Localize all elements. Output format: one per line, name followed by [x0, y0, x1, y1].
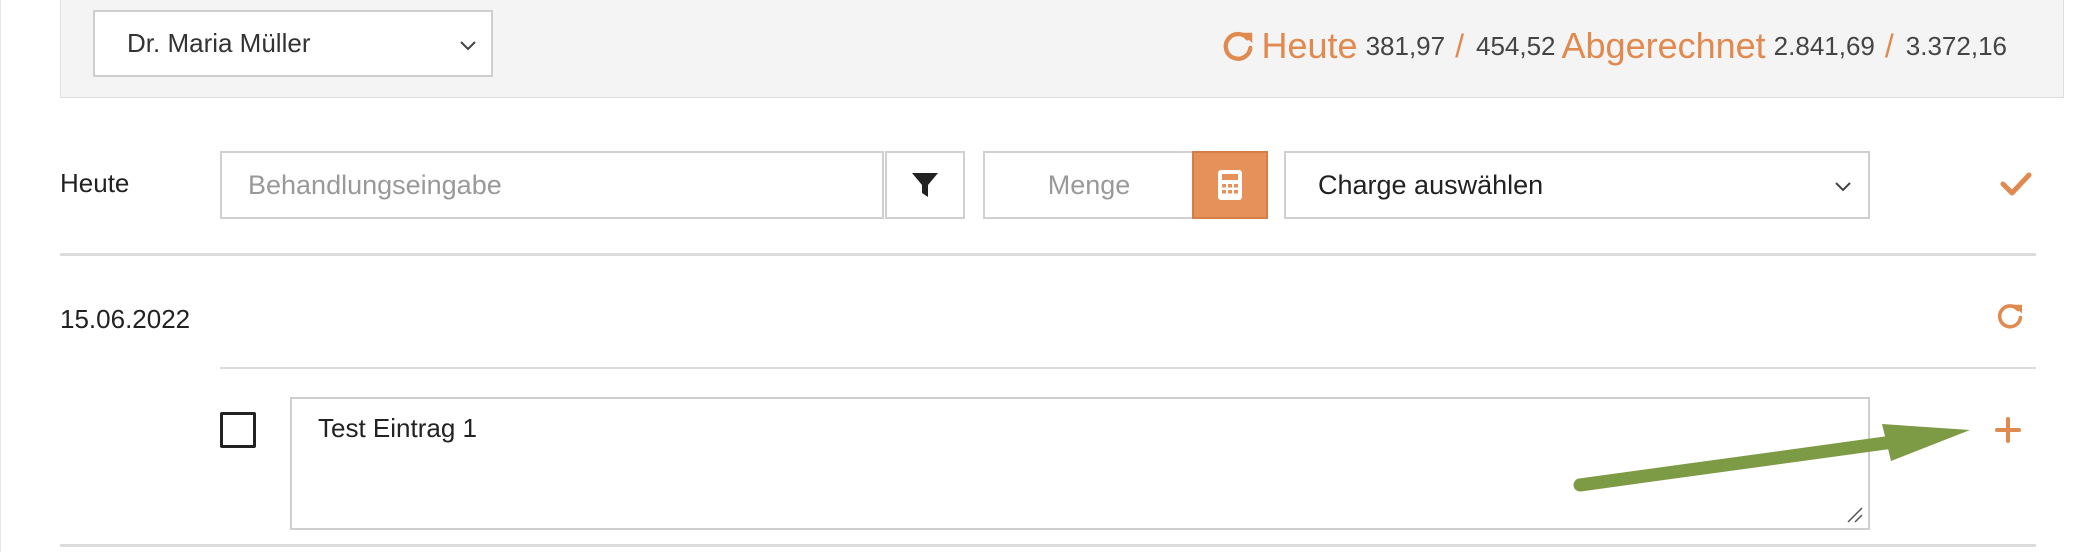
filter-icon — [912, 173, 938, 197]
entry-textarea[interactable]: Test Eintrag 1 — [290, 397, 1870, 530]
quantity-input-placeholder: Menge — [1047, 169, 1131, 200]
filter-button[interactable] — [885, 151, 965, 219]
resize-grip-icon[interactable] — [1846, 506, 1864, 524]
separator: / — [1884, 27, 1894, 64]
calculator-icon — [1218, 170, 1242, 200]
header-bar: Dr. Maria Müller Heute 381,97 / 454,52 A… — [60, 0, 2064, 98]
entry-checkbox[interactable] — [220, 412, 256, 448]
refresh-icon[interactable] — [1219, 27, 1257, 65]
bottom-divider — [60, 544, 2036, 547]
totals-summary: Heute 381,97 / 454,52 Abgerechnet 2.841,… — [1219, 18, 2007, 74]
doctor-select-value: Dr. Maria Müller — [127, 28, 311, 58]
billed-total: 3.372,16 — [1905, 30, 2007, 61]
refresh-button[interactable] — [1992, 298, 2028, 334]
today-label: Heute — [1261, 25, 1358, 66]
billed-value: 2.841,69 — [1773, 30, 1875, 61]
today-total: 454,52 — [1475, 30, 1556, 61]
chevron-down-icon — [460, 41, 476, 51]
today-value: 381,97 — [1365, 30, 1446, 61]
doctor-select[interactable]: Dr. Maria Müller — [93, 10, 493, 77]
plus-icon — [1995, 417, 2021, 443]
entry-divider — [220, 367, 2036, 369]
charge-select[interactable]: Charge auswählen — [1284, 151, 1870, 219]
treatment-input-placeholder: Behandlungseingabe — [248, 169, 502, 200]
add-entry-button[interactable] — [1988, 410, 2028, 450]
billed-label: Abgerechnet — [1561, 25, 1766, 66]
entry-text: Test Eintrag 1 — [318, 413, 477, 443]
separator: / — [1455, 27, 1464, 64]
treatment-input[interactable]: Behandlungseingabe — [220, 151, 884, 219]
entry-row-label: Heute — [60, 168, 130, 198]
section-divider — [60, 253, 2036, 256]
date-label: 15.06.2022 — [60, 304, 191, 334]
checkmark-icon — [2000, 172, 2032, 196]
quantity-input[interactable]: Menge — [983, 151, 1193, 219]
confirm-button[interactable] — [1996, 164, 2036, 204]
refresh-icon — [1997, 304, 2023, 329]
charge-select-value: Charge auswählen — [1318, 169, 1544, 200]
page-left-border — [0, 0, 1, 552]
calculator-button[interactable] — [1192, 151, 1268, 219]
chevron-down-icon — [1835, 182, 1851, 192]
